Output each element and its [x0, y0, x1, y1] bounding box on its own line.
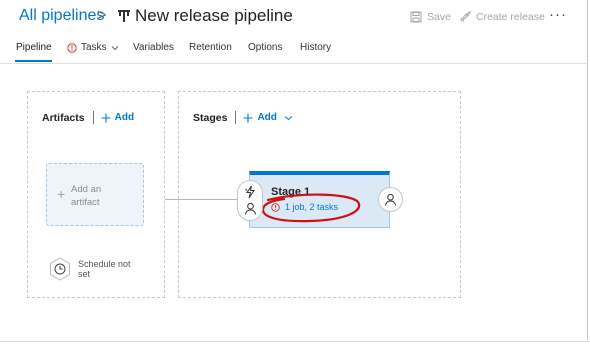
tab-history-label: History: [300, 42, 332, 53]
add-artifact-label: Add an artifact: [71, 184, 102, 208]
artifacts-heading: Artifacts: [42, 111, 85, 124]
create-release-label: Create release: [476, 11, 545, 23]
post-deployment-conditions[interactable]: [378, 187, 403, 212]
save-button[interactable]: Save: [410, 11, 451, 23]
person-icon: [385, 193, 396, 206]
tab-options-label: Options: [248, 42, 283, 53]
person-icon[interactable]: [244, 202, 257, 215]
tab-bar: Pipeline Tasks Variables Retention Optio…: [0, 36, 588, 64]
tab-pipeline-label: Pipeline: [16, 42, 52, 53]
tab-history[interactable]: History: [300, 42, 331, 53]
page-title: New release pipeline: [135, 6, 293, 25]
plus-icon: [243, 113, 253, 122]
add-artifact-link-label: Add: [114, 112, 135, 123]
add-artifact-plus-icon: +: [57, 186, 66, 202]
schedule-label: Schedule not set: [78, 259, 131, 279]
chevron-down-icon: [111, 45, 118, 50]
create-release-button[interactable]: Create release: [459, 11, 545, 23]
tab-retention-label: Retention: [189, 42, 232, 53]
stages-heading: Stages: [193, 111, 228, 124]
warning-icon: [67, 42, 77, 53]
tab-retention[interactable]: Retention: [189, 42, 232, 53]
add-artifact-card[interactable]: + Add an artifact: [46, 163, 144, 226]
window-border-bottom: [0, 341, 590, 342]
clock-icon: [50, 257, 70, 281]
lightning-icon[interactable]: [244, 185, 257, 199]
artifacts-header: Artifacts Add: [42, 111, 134, 124]
rocket-icon: [460, 11, 471, 22]
tab-selected-indicator: [15, 60, 52, 62]
header-divider: [92, 111, 94, 124]
add-stage-link-label: Add: [257, 112, 277, 123]
page-header: All pipelines > New release pipeline Sav…: [0, 0, 588, 36]
artifact-stage-connector: [165, 199, 239, 200]
plus-icon: [101, 113, 111, 122]
tab-tasks[interactable]: Tasks: [67, 42, 119, 53]
tab-pipeline[interactable]: Pipeline: [16, 42, 52, 53]
tab-variables[interactable]: Variables: [133, 42, 174, 53]
pre-deployment-conditions[interactable]: [237, 180, 263, 221]
save-icon: [410, 11, 422, 23]
stages-header: Stages Add: [193, 111, 293, 124]
tab-options[interactable]: Options: [248, 42, 282, 53]
save-button-label: Save: [427, 11, 451, 23]
breadcrumb-all-pipelines[interactable]: All pipelines: [19, 7, 104, 25]
add-stage-link[interactable]: Add: [243, 112, 293, 123]
add-artifact-link[interactable]: Add: [101, 112, 134, 123]
tab-variables-label: Variables: [133, 42, 174, 53]
tab-tasks-label: Tasks: [81, 42, 107, 53]
breadcrumb-separator: >: [97, 7, 107, 24]
pipeline-icon: [118, 10, 130, 22]
annotation-circle: [261, 193, 361, 223]
header-divider: [235, 111, 237, 124]
more-icon[interactable]: ···: [549, 6, 567, 23]
chevron-down-icon: [284, 115, 293, 120]
